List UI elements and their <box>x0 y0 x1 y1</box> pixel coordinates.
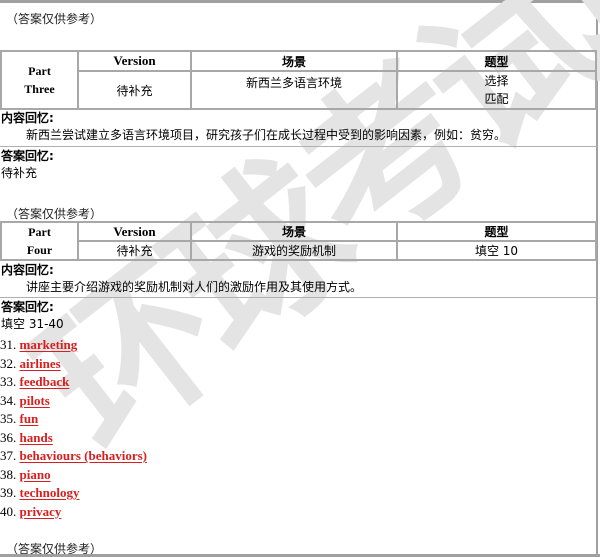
answer-item: 32. airlines <box>0 355 147 374</box>
version-value: 待补充 <box>77 240 192 261</box>
answer-word: fun <box>19 411 39 426</box>
answer-word: technology <box>19 485 80 500</box>
content-recall-label: 内容回忆: <box>1 263 54 277</box>
type-value-line: 选择 <box>484 74 509 88</box>
answer-item: 31. marketing <box>0 336 147 355</box>
answer-word: behaviours (behaviors) <box>19 448 147 463</box>
answer-number: 35. <box>0 411 17 426</box>
answer-number: 34. <box>0 392 17 408</box>
answer-item: 37. behaviours (behaviors) <box>0 447 147 466</box>
part-four-content-section: 内容回忆: 讲座主要介绍游戏的奖励机制对人们的激励作用及其使用方式。 <box>0 262 597 298</box>
answer-range: 填空 31-40 <box>1 317 64 331</box>
answer-word: feedback <box>19 374 70 389</box>
part-three-answer-section: 答案回忆: 待补充 <box>0 148 597 188</box>
answer-list: 31. marketing 32. airlines 33. feedback … <box>0 336 147 521</box>
answer-word: marketing <box>19 337 78 352</box>
scene-header: 场景 <box>190 50 398 72</box>
answer-word: privacy <box>19 503 62 519</box>
type-header: 题型 <box>396 50 597 72</box>
part-label: Part <box>0 221 79 241</box>
part-three-content-section: 内容回忆: 新西兰尝试建立多语言环境项目，研究孩子们在成长过程中受到的影响因素，… <box>0 110 597 147</box>
answer-word: piano <box>19 466 51 482</box>
answer-number: 36. <box>0 429 17 445</box>
scene-value: 游戏的奖励机制 <box>190 240 398 261</box>
version-header: Version <box>77 221 192 242</box>
answer-number: 40. <box>0 503 17 519</box>
answer-number: 33. <box>0 374 17 389</box>
type-value-line: 匹配 <box>484 92 509 106</box>
part-three-table: Part Three Version 场景 题型 待补充 新西兰多语言环境 选择… <box>0 50 597 110</box>
answer-item: 40. privacy <box>0 503 147 522</box>
content-recall-text: 新西兰尝试建立多语言环境项目，研究孩子们在成长过程中受到的影响因素，例如：贫穷。 <box>26 128 507 142</box>
answer-item: 39. technology <box>0 484 147 503</box>
type-value: 选择 匹配 <box>396 70 597 110</box>
part-cell: Part Three <box>0 50 79 110</box>
version-value: 待补充 <box>77 70 192 110</box>
answer-item: 33. feedback <box>0 373 147 392</box>
note-label: （答案仅供参考） <box>6 207 103 221</box>
answer-number: 31. <box>0 337 17 352</box>
answer-number: 37. <box>0 448 17 463</box>
answer-recall-label: 答案回忆: <box>1 149 54 163</box>
type-value: 填空 10 <box>396 240 597 261</box>
part-number: Three <box>24 82 55 96</box>
answer-item: 34. pilots <box>0 392 147 411</box>
note-label: （答案仅供参考） <box>6 12 103 26</box>
answer-recall-text: 待补充 <box>1 166 38 180</box>
answer-item: 35. fun <box>0 410 147 429</box>
answer-word: airlines <box>19 355 61 371</box>
scene-value: 新西兰多语言环境 <box>190 70 398 110</box>
version-header: Version <box>77 50 192 72</box>
answer-word: hands <box>19 429 53 445</box>
type-header: 题型 <box>396 221 597 242</box>
part-number: Four <box>0 241 79 261</box>
answer-item: 38. piano <box>0 466 147 485</box>
part-four-table: Part Version 场景 题型 Four 待补充 游戏的奖励机制 填空 1… <box>0 221 597 261</box>
answer-item: 36. hands <box>0 429 147 448</box>
answer-recall-label: 答案回忆: <box>1 300 54 314</box>
content-recall-text: 讲座主要介绍游戏的奖励机制对人们的激励作用及其使用方式。 <box>26 280 363 294</box>
answer-number: 38. <box>0 466 17 482</box>
part-four-answer-section: 答案回忆: 填空 31-40 <box>0 299 597 336</box>
answer-number: 32. <box>0 355 17 371</box>
part-label: Part <box>28 64 51 78</box>
answer-word: pilots <box>19 392 50 408</box>
content-recall-label: 内容回忆: <box>1 111 54 125</box>
answer-number: 39. <box>0 485 17 500</box>
scene-header: 场景 <box>190 221 398 242</box>
